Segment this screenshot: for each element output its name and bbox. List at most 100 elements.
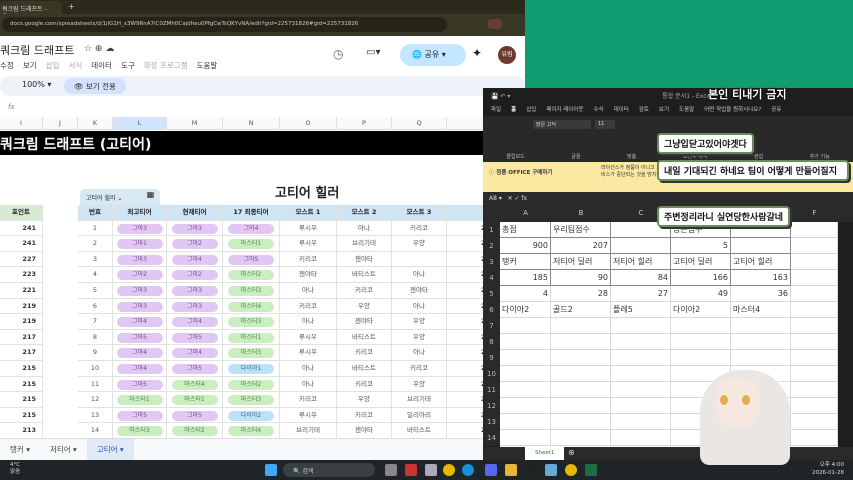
menu-item[interactable]: 도움말 — [197, 60, 218, 71]
row-number[interactable]: 11 — [483, 382, 500, 398]
share-button[interactable]: 🌐 공유 ▾ — [400, 44, 466, 66]
excel-cell[interactable] — [791, 222, 838, 238]
table-cell[interactable]: 3 — [78, 251, 113, 268]
excel-cell[interactable]: 총점 — [500, 222, 551, 238]
table-cell[interactable]: 아나 — [280, 361, 337, 377]
row-number[interactable]: 14 — [483, 430, 500, 446]
excel-cell[interactable] — [791, 286, 838, 302]
table-cell[interactable]: 키리코 — [280, 392, 337, 408]
table-cell[interactable]: 브리기테 — [280, 423, 337, 438]
excel-cell[interactable] — [731, 334, 791, 350]
point-cell[interactable]: 215 — [0, 361, 43, 377]
table-cell[interactable]: 그마2 — [167, 267, 223, 283]
weather-widget[interactable]: 4°C 맑음 — [10, 462, 20, 476]
excel-cell[interactable]: 163 — [731, 270, 791, 286]
excel-cell[interactable]: 4 — [500, 286, 551, 302]
table-cell[interactable]: 아나 — [392, 345, 447, 361]
table-cell[interactable]: 그마5 — [113, 407, 167, 424]
table-cell[interactable]: 그마4 — [167, 251, 223, 268]
clock[interactable]: 오후 4:00 2026-01-28 — [812, 461, 844, 477]
table-cell[interactable]: 마스터1 — [223, 329, 280, 346]
excel-cell[interactable] — [611, 398, 671, 414]
ribbon-tab[interactable]: 검토 — [639, 105, 649, 113]
app-icon[interactable] — [405, 464, 417, 476]
excel-cell[interactable]: 고티어 힐러 — [731, 254, 791, 270]
table-cell[interactable]: 키리코 — [392, 361, 447, 377]
table-cell[interactable]: 8 — [78, 329, 113, 346]
excel-cell[interactable]: 마스터4 — [731, 302, 791, 318]
excel-cell[interactable] — [671, 334, 731, 350]
excel-cell[interactable]: 탱커 — [500, 254, 551, 270]
table-cell[interactable]: 젠야타 — [337, 251, 392, 268]
table-cell[interactable]: 그마5 — [113, 329, 167, 346]
excel-cell[interactable] — [731, 238, 791, 254]
table-cell[interactable]: 그마5 — [167, 361, 223, 377]
font-select[interactable]: 맑은 고딕 — [533, 120, 591, 129]
excel-cell[interactable]: 90 — [551, 270, 611, 286]
menu-item[interactable]: 데이터 — [91, 60, 112, 71]
table-cell[interactable]: 젠야타 — [392, 283, 447, 299]
point-cell[interactable]: 215 — [0, 407, 43, 424]
table-cell[interactable]: 5 — [78, 283, 113, 299]
row-number[interactable]: 1 — [483, 222, 500, 238]
excel-cell[interactable]: 고티어 딜러 — [671, 254, 731, 270]
point-cell[interactable]: 219 — [0, 314, 43, 330]
excel-cell[interactable]: 900 — [500, 238, 551, 254]
view-only-button[interactable]: 👁 보기 전용 — [64, 78, 126, 94]
ribbon-tab[interactable]: 어떤 작업을 원하시나요? — [704, 105, 761, 113]
column-header[interactable]: N — [223, 117, 280, 130]
table-cell[interactable]: 루시우 — [280, 329, 337, 346]
excel-cell[interactable] — [791, 302, 838, 318]
row-number[interactable]: 8 — [483, 334, 500, 350]
table-cell[interactable]: 그마3 — [113, 220, 167, 237]
table-cell[interactable]: 마스터4 — [223, 298, 280, 315]
table-cell[interactable]: 14 — [78, 423, 113, 438]
table-cell[interactable]: 젠야타 — [337, 423, 392, 438]
excel-cell[interactable] — [551, 366, 611, 382]
excel-cell[interactable] — [791, 334, 838, 350]
point-cell[interactable]: 223 — [0, 267, 43, 283]
excel-cell[interactable] — [551, 414, 611, 430]
row-number[interactable]: 6 — [483, 302, 500, 318]
table-cell[interactable]: 마스터1 — [113, 392, 167, 408]
excel-cell[interactable] — [500, 334, 551, 350]
table-cell[interactable]: 루시우 — [280, 236, 337, 252]
excel-cell[interactable]: 다이아2 — [671, 302, 731, 318]
table-cell[interactable]: 아나 — [337, 220, 392, 237]
table-cell[interactable]: 키리코 — [280, 251, 337, 268]
table-cell[interactable]: 아나 — [280, 283, 337, 299]
point-cell[interactable]: 241 — [0, 236, 43, 252]
table-icon[interactable]: ▦ — [143, 190, 158, 204]
excel-cell[interactable] — [791, 254, 838, 270]
table-cell[interactable]: 마스터3 — [223, 392, 280, 408]
calculator-icon[interactable] — [425, 464, 437, 476]
table-cell[interactable]: 1 — [78, 220, 113, 237]
excel-cell[interactable] — [791, 270, 838, 286]
app-icon[interactable] — [525, 464, 537, 476]
excel-cell[interactable] — [500, 366, 551, 382]
column-header[interactable]: K — [78, 117, 113, 130]
menu-item[interactable]: 도구 — [121, 60, 135, 71]
table-cell[interactable]: 마스터3 — [113, 423, 167, 438]
table-cell[interactable]: 젠야타 — [280, 267, 337, 283]
table-cell[interactable] — [392, 251, 447, 268]
excel-cell[interactable]: 플레5 — [611, 302, 671, 318]
row-number[interactable]: 12 — [483, 398, 500, 414]
excel-cell[interactable]: 28 — [551, 286, 611, 302]
taskview-icon[interactable] — [385, 464, 397, 476]
profile-icon[interactable] — [488, 19, 502, 29]
ribbon-tab[interactable]: 삽입 — [526, 105, 536, 113]
menu-item[interactable]: 서식 — [68, 60, 82, 71]
zoom-select[interactable]: 100% ▾ — [22, 80, 51, 89]
menu-item[interactable]: 보기 — [23, 60, 37, 71]
table-cell[interactable]: 4 — [78, 267, 113, 283]
history-icon[interactable]: ◷ — [333, 47, 343, 61]
table-cell[interactable]: 브리기테 — [392, 392, 447, 408]
table-cell[interactable]: 마스터4 — [223, 423, 280, 438]
table-cell[interactable]: 13 — [78, 407, 113, 424]
excel-cell[interactable] — [500, 382, 551, 398]
table-cell[interactable]: 마스터4 — [167, 376, 223, 393]
table-cell[interactable]: 우양 — [392, 376, 447, 393]
sheet-tab[interactable]: 탱커 ▾ — [0, 439, 40, 460]
table-cell[interactable]: 키리코 — [337, 376, 392, 393]
